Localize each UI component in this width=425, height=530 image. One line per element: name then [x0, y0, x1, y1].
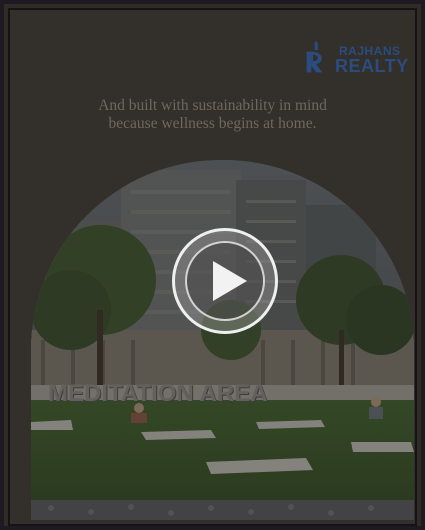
- tagline-line-2: because wellness begins at home.: [108, 115, 317, 132]
- brand-name-bottom: REALTY: [335, 56, 409, 76]
- content-panel: RAJHANS REALTY And built with sustainabi…: [8, 8, 417, 526]
- tagline: And built with sustainability in mind be…: [10, 97, 415, 133]
- meditation-area-sign: MEDITATION AREA: [48, 380, 268, 407]
- meditation-area-scene: [31, 160, 414, 520]
- page-frame: RAJHANS REALTY And built with sustainabi…: [0, 0, 425, 530]
- video-thumbnail[interactable]: MEDITATION AREA: [31, 160, 414, 520]
- play-icon: [213, 261, 247, 301]
- logo-mark-icon: [306, 40, 323, 73]
- tagline-line-1: And built with sustainability in mind: [98, 97, 327, 114]
- play-button[interactable]: [172, 228, 278, 334]
- brand-logo: RAJHANS REALTY: [305, 38, 408, 82]
